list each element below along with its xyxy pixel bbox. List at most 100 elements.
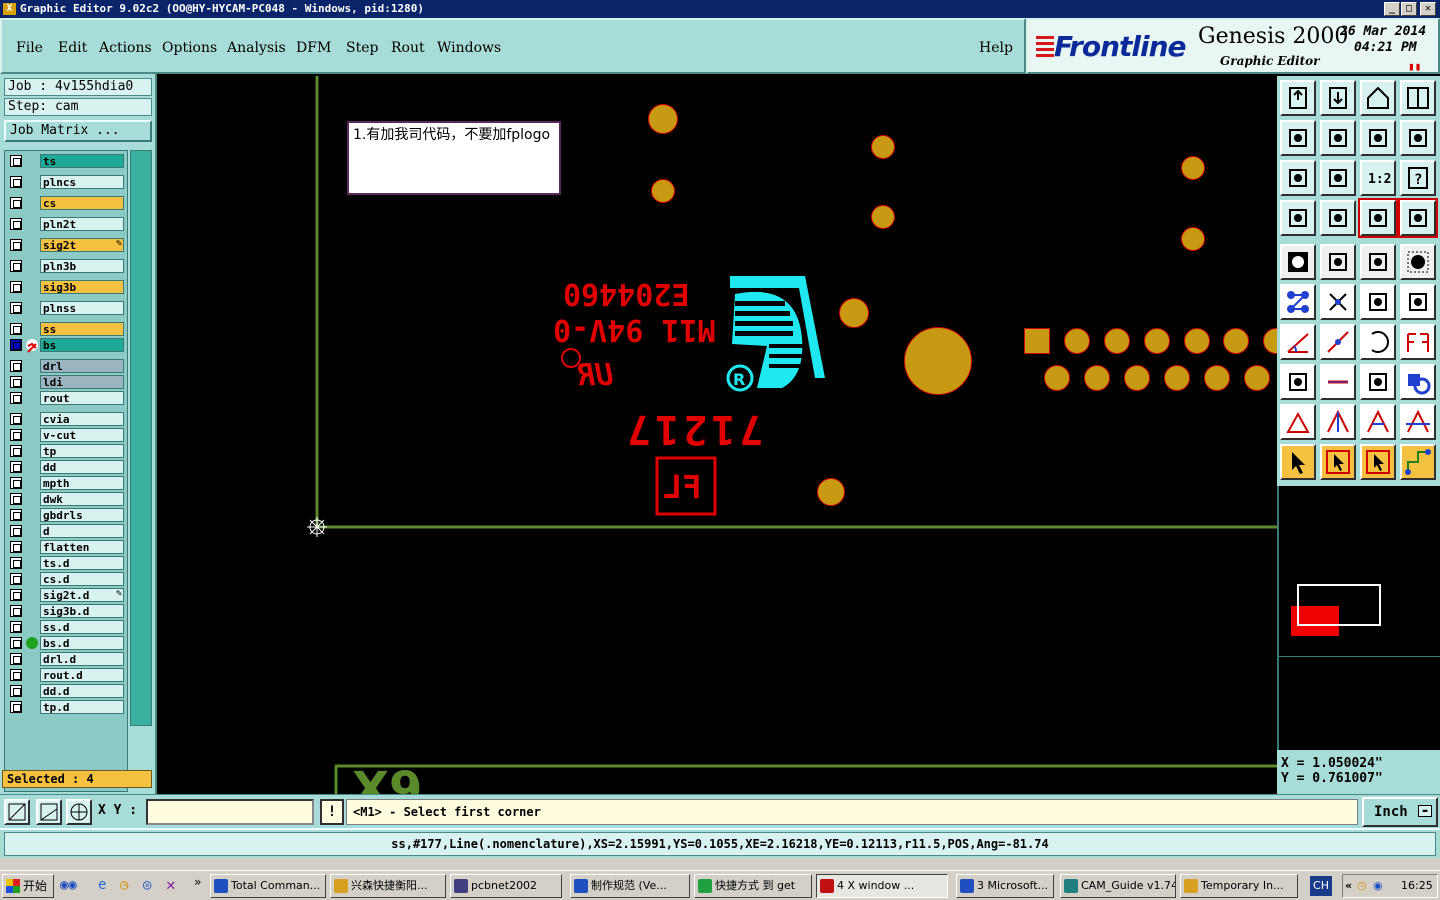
layer-name[interactable]: ss xyxy=(40,322,124,336)
center-icon[interactable] xyxy=(1320,160,1356,196)
tray-app-icon[interactable]: ◉ xyxy=(1373,875,1383,897)
layer-row-cvia[interactable]: cvia xyxy=(6,412,126,426)
layer-row-flatten[interactable]: flatten xyxy=(6,540,126,554)
slash-icon[interactable] xyxy=(1320,324,1356,360)
menu-edit[interactable]: Edit xyxy=(58,40,87,56)
layer-row-ts[interactable]: ts xyxy=(6,154,126,168)
layer-checkbox[interactable] xyxy=(10,669,22,681)
layer-name[interactable]: flatten xyxy=(40,540,124,554)
layer-row-mpth[interactable]: mpth xyxy=(6,476,126,490)
pause-icon[interactable]: ▮▮ xyxy=(1408,60,1421,73)
layer-name[interactable]: plnss xyxy=(40,301,124,315)
layer-checkbox[interactable] xyxy=(10,541,22,553)
snap-icon[interactable] xyxy=(1358,198,1398,238)
layer-checkbox[interactable] xyxy=(10,260,22,272)
browser-icon[interactable]: ◎ xyxy=(143,877,151,893)
layer-name[interactable]: gbdrls xyxy=(40,508,124,522)
help-icon[interactable]: ? xyxy=(1400,160,1436,196)
layer-name[interactable]: bs.d xyxy=(40,636,124,650)
layer-checkbox[interactable] xyxy=(10,392,22,404)
layer-checkbox[interactable] xyxy=(10,477,22,489)
pad-icon[interactable] xyxy=(1280,244,1316,280)
transform-icon[interactable] xyxy=(1400,404,1436,440)
taskbar-window-button[interactable]: pcbnet2002 xyxy=(450,874,562,898)
layer-name[interactable]: tp.d xyxy=(40,700,124,714)
taskbar-window-button[interactable]: 兴森快捷衡阳... xyxy=(330,874,446,898)
layer-checkbox[interactable] xyxy=(10,445,22,457)
layer-checkbox[interactable] xyxy=(10,557,22,569)
layer-checkbox[interactable] xyxy=(10,360,22,372)
layer-row-sig3b-d[interactable]: sig3b.d xyxy=(6,604,126,618)
layer-snap-icon[interactable] xyxy=(1398,198,1438,238)
layer-name[interactable]: pln3b xyxy=(40,259,124,273)
taskbar-window-button[interactable]: Temporary In... xyxy=(1180,874,1298,898)
layer-checkbox[interactable] xyxy=(10,605,22,617)
layer-row-dd-d[interactable]: dd.d xyxy=(6,684,126,698)
layer-row-gbdrls[interactable]: gbdrls xyxy=(6,508,126,522)
menu-help[interactable]: Help xyxy=(979,40,1013,56)
menu-step[interactable]: Step xyxy=(346,40,378,56)
layer-row-v-cut[interactable]: v-cut xyxy=(6,428,126,442)
layer-list-scrollbar[interactable] xyxy=(130,150,152,726)
layer-name[interactable]: mpth xyxy=(40,476,124,490)
line-icon[interactable] xyxy=(1320,244,1356,280)
layer-name[interactable]: drl.d xyxy=(40,652,124,666)
zoom-in-icon[interactable] xyxy=(1280,120,1316,156)
tray-clock-icon[interactable]: ◷ xyxy=(1357,875,1367,897)
pan-icon[interactable] xyxy=(1280,160,1316,196)
layer-checkbox[interactable] xyxy=(10,573,22,585)
minimize-button[interactable]: _ xyxy=(1384,2,1400,16)
layer-row-cs-d[interactable]: cs.d xyxy=(6,572,126,586)
layer-name[interactable]: cvia xyxy=(40,412,124,426)
polygon-icon[interactable] xyxy=(1280,404,1316,440)
more-icon[interactable]: » xyxy=(194,875,201,889)
menu-actions[interactable]: Actions xyxy=(99,40,152,56)
layer-row-plnss[interactable]: plnss xyxy=(6,301,126,315)
layer-checkbox[interactable] xyxy=(10,302,22,314)
layer-name[interactable]: dd xyxy=(40,460,124,474)
layer-name[interactable]: sig3b xyxy=(40,280,124,294)
layer-row-tp-d[interactable]: tp.d xyxy=(6,700,126,714)
save-icon[interactable] xyxy=(1320,80,1356,116)
taskbar-window-button[interactable]: CAM_Guide v1.74 xyxy=(1060,874,1176,898)
select-box-icon[interactable] xyxy=(1320,444,1356,480)
layer-name[interactable]: ldi xyxy=(40,375,124,389)
layer-row-rout[interactable]: rout xyxy=(6,391,126,405)
layer-checkbox[interactable] xyxy=(10,589,22,601)
menu-dfm[interactable]: DFM xyxy=(296,40,331,56)
language-indicator[interactable]: CH xyxy=(1310,876,1332,896)
layer-name[interactable]: rout xyxy=(40,391,124,405)
layer-name[interactable]: dd.d xyxy=(40,684,124,698)
layer-checkbox[interactable] xyxy=(10,621,22,633)
group-icon[interactable] xyxy=(1400,364,1436,400)
measure-icon[interactable] xyxy=(1280,200,1316,236)
layer-checkbox[interactable] xyxy=(10,653,22,665)
layer-name[interactable]: ss.d xyxy=(40,620,124,634)
layer-row-dwk[interactable]: dwk xyxy=(6,492,126,506)
taskbar-window-button[interactable]: 制作规范 (Ve... xyxy=(570,874,690,898)
layer-row-ss[interactable]: ss xyxy=(6,322,126,336)
layer-checkbox[interactable] xyxy=(10,461,22,473)
layer-name[interactable]: plncs xyxy=(40,175,124,189)
home-icon[interactable] xyxy=(1360,80,1396,116)
layer-checkbox[interactable] xyxy=(10,493,22,505)
menu-analysis[interactable]: Analysis xyxy=(227,40,286,56)
minus-icon[interactable] xyxy=(1320,364,1356,400)
layer-row-ldi[interactable]: ldi xyxy=(6,375,126,389)
execute-button[interactable]: ! xyxy=(320,799,344,825)
layer-checkbox[interactable] xyxy=(10,376,22,388)
layer-checkbox[interactable] xyxy=(10,197,22,209)
layer-row-sig2t-d[interactable]: sig2t.d ✎ xyxy=(6,588,126,602)
arc-icon[interactable] xyxy=(1360,324,1396,360)
open-icon[interactable] xyxy=(1280,80,1316,116)
cross-icon[interactable] xyxy=(1320,284,1356,320)
layer-name[interactable]: dwk xyxy=(40,492,124,506)
layer-row-sig3b[interactable]: sig3b xyxy=(6,280,126,294)
grid-icon[interactable] xyxy=(1320,200,1356,236)
layer-row-pln2t[interactable]: pln2t xyxy=(6,217,126,231)
zoom-area-icon[interactable] xyxy=(1360,120,1396,156)
layer-name[interactable]: v-cut xyxy=(40,428,124,442)
job-matrix-button[interactable]: Job Matrix ... xyxy=(4,120,152,142)
layer-checkbox[interactable] xyxy=(10,239,22,251)
layer-row-ss-d[interactable]: ss.d xyxy=(6,620,126,634)
